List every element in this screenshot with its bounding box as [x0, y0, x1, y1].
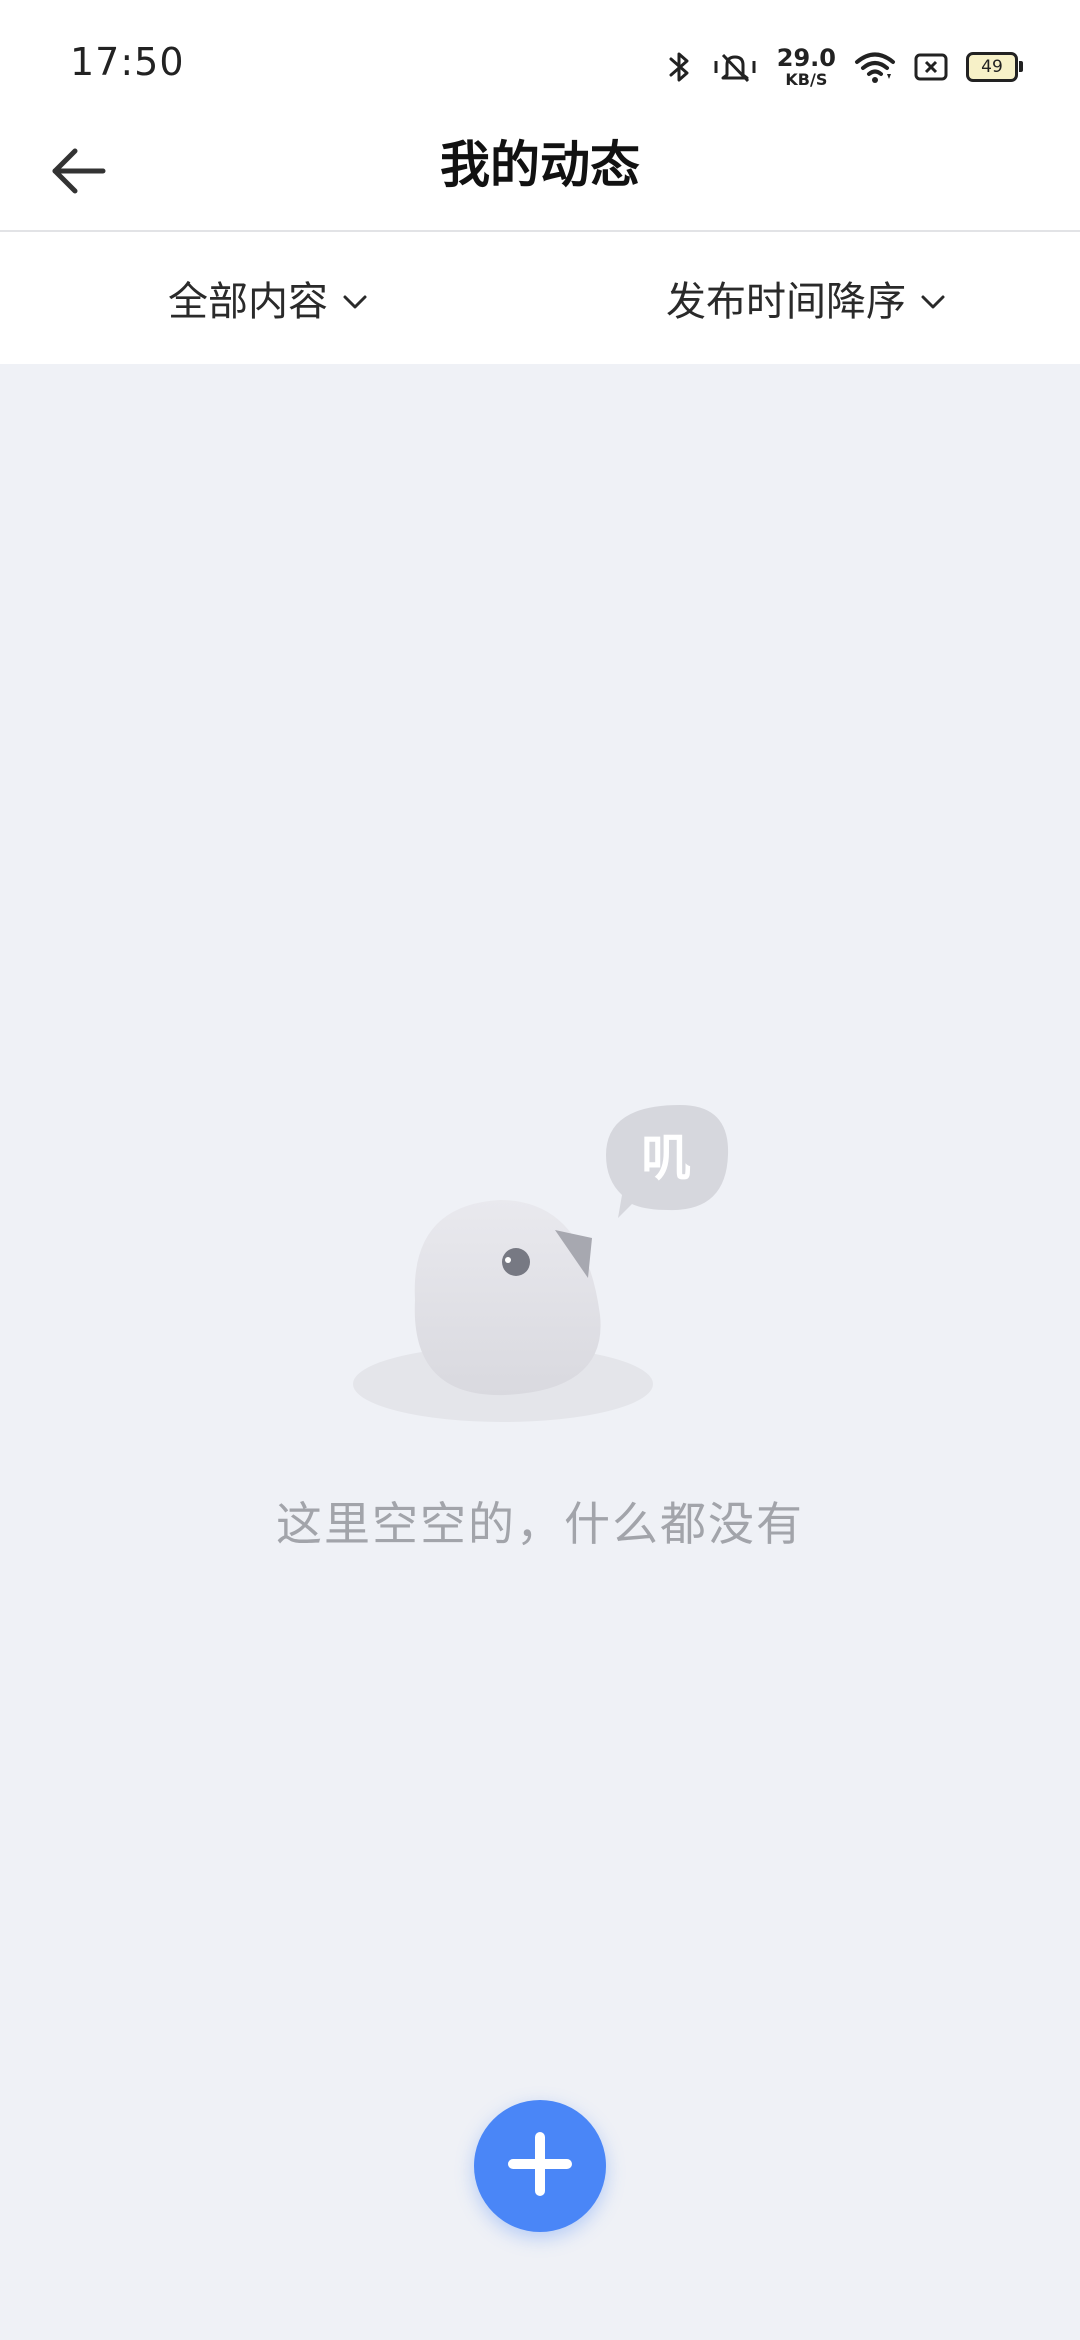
plus-icon [505, 2129, 575, 2203]
wifi-icon [854, 50, 896, 84]
sort-order-label: 发布时间降序 [666, 279, 906, 325]
filter-bar: 全部内容 发布时间降序 [0, 232, 1080, 364]
network-speed-value: 29.0 [776, 44, 836, 72]
nav-bar: 我的动态 [0, 130, 1080, 232]
empty-state-message: 这里空空的，什么都没有 [276, 1497, 804, 1551]
network-speed: 29.0 KB/S [777, 46, 836, 88]
sort-order-dropdown[interactable]: 发布时间降序 [666, 232, 946, 364]
status-bar: 17:50 29.0 KB/S 49 [0, 0, 1080, 130]
network-speed-unit: KB/S [785, 70, 828, 89]
status-time: 17:50 [70, 40, 185, 84]
chevron-down-icon [342, 275, 368, 321]
bubble-text: 叽 [641, 1129, 691, 1187]
battery-icon: 49 [966, 52, 1023, 82]
mute-vibrate-icon [711, 49, 759, 85]
page-title: 我的动态 [440, 136, 640, 194]
add-post-button[interactable] [474, 2100, 606, 2232]
chevron-down-icon [920, 275, 946, 321]
content-filter-dropdown[interactable]: 全部内容 [168, 232, 368, 364]
no-sim-icon [914, 52, 948, 82]
bluetooth-icon [667, 49, 693, 85]
content-filter-label: 全部内容 [168, 279, 328, 325]
status-icons: 29.0 KB/S 49 [667, 42, 1023, 92]
empty-state-illustration: 叽 [350, 1100, 740, 1430]
